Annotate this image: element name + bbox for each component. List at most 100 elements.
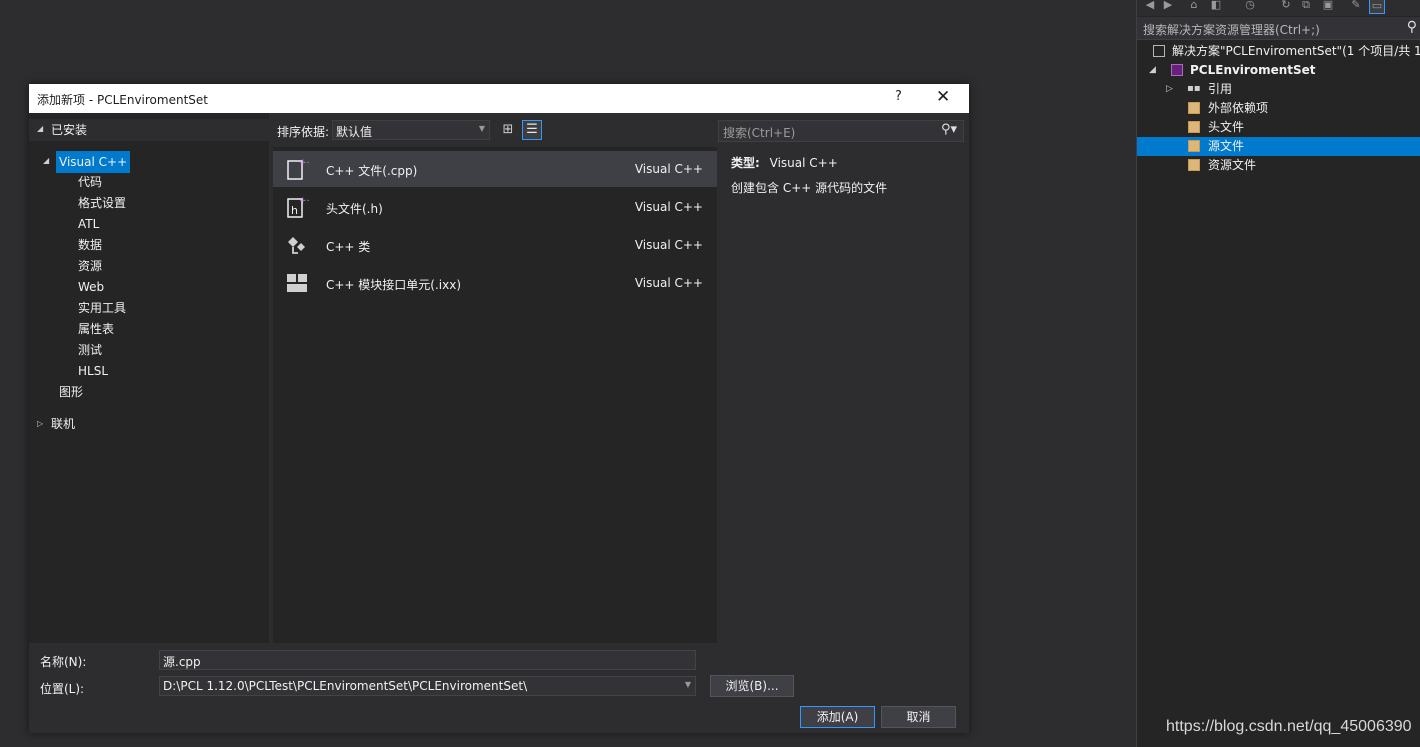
project-label: PCLEnviromentSet: [1190, 63, 1316, 77]
filter-folder-icon: [1188, 121, 1200, 133]
template-item-class[interactable]: C++ 类 Visual C++: [273, 227, 717, 263]
history-icon[interactable]: ◷: [1243, 0, 1257, 12]
references-icon: ▪▪: [1187, 83, 1201, 94]
search-icon[interactable]: ⚲: [1407, 19, 1417, 35]
dialog-form: 名称(N): 源.cpp 位置(L): D:\PCL 1.12.0\PCLTes…: [29, 647, 969, 733]
solution-icon: [1153, 45, 1165, 57]
add-new-item-dialog: 添加新项 - PCLEnviromentSet ? ✕ ◢ 已安装 ◢ Visu…: [29, 84, 969, 733]
location-value: D:\PCL 1.12.0\PCLTest\PCLEnviromentSet\P…: [163, 679, 528, 693]
dialog-title: 添加新项 - PCLEnviromentSet: [37, 93, 208, 107]
expanded-arrow-icon[interactable]: ◢: [37, 119, 43, 139]
tree-item-test[interactable]: 测试: [78, 340, 102, 360]
details-type-row: 类型: Visual C++: [731, 154, 838, 171]
tree-visual-cpp-label: Visual C++: [56, 151, 131, 173]
cancel-button[interactable]: 取消: [881, 706, 956, 728]
template-item-module[interactable]: C++ 模块接口单元(.ixx) Visual C++: [273, 265, 717, 301]
tree-item-web[interactable]: Web: [78, 277, 104, 297]
tree-item-utilities[interactable]: 实用工具: [78, 298, 126, 318]
tree-item-source-files[interactable]: 源文件: [1137, 137, 1420, 156]
tree-item-header-files[interactable]: 头文件: [1137, 118, 1420, 137]
solution-explorer-toolbar: ◀ ▶ ⌂ ◧ ◷ ↻ ⧉ ▣ ✎ ▭: [1137, 0, 1420, 16]
tree-item-atl[interactable]: ATL: [78, 214, 99, 234]
tree-item-label: 引用: [1208, 82, 1233, 96]
tree-item-external-deps[interactable]: 外部依赖项: [1137, 99, 1420, 118]
sort-label: 排序依据:: [277, 125, 330, 139]
template-name: C++ 类: [326, 240, 371, 254]
tree-item-property-sheets[interactable]: 属性表: [78, 319, 114, 339]
collapsed-arrow-icon[interactable]: ▷: [1166, 80, 1173, 99]
search-icon[interactable]: ⚲▾: [941, 122, 957, 137]
tree-item-label: 头文件: [1208, 120, 1245, 134]
help-button[interactable]: ?: [895, 89, 902, 104]
module-interface-icon: [287, 274, 307, 292]
switch-views-icon[interactable]: ◧: [1209, 0, 1223, 12]
solution-search-placeholder: 搜索解决方案资源管理器(Ctrl+;): [1143, 23, 1320, 37]
solution-explorer-search[interactable]: 搜索解决方案资源管理器(Ctrl+;) ⚲: [1137, 17, 1420, 40]
tree-item-formatting[interactable]: 格式设置: [78, 193, 126, 213]
expanded-arrow-icon[interactable]: ◢: [1149, 61, 1156, 80]
tree-item-resources[interactable]: 资源: [78, 256, 102, 276]
tree-item-code[interactable]: 代码: [78, 172, 102, 192]
location-select[interactable]: D:\PCL 1.12.0\PCLTest\PCLEnviromentSet\P…: [159, 676, 696, 696]
details-type-label: 类型:: [731, 156, 760, 170]
chevron-down-icon: ▼: [478, 124, 485, 133]
tree-item-hlsl[interactable]: HLSL: [78, 361, 108, 381]
svg-text:++: ++: [299, 196, 309, 206]
template-name: C++ 文件(.cpp): [326, 164, 418, 178]
svg-text:h: h: [291, 204, 298, 217]
name-input[interactable]: 源.cpp: [159, 650, 696, 670]
template-item-cpp[interactable]: ++ C++ 文件(.cpp) Visual C++: [273, 151, 717, 187]
folder-icon: [1188, 102, 1200, 114]
tree-installed-label: 已安装: [51, 123, 88, 137]
tree-installed[interactable]: ◢ 已安装: [29, 119, 269, 141]
add-button[interactable]: 添加(A): [800, 706, 875, 728]
template-item-header[interactable]: h ++ 头文件(.h) Visual C++: [273, 189, 717, 225]
filter-folder-icon: [1188, 159, 1200, 171]
template-lang: Visual C++: [634, 276, 703, 290]
tree-item-graphics[interactable]: 图形: [59, 382, 83, 402]
template-lang: Visual C++: [634, 238, 703, 252]
preview-icon[interactable]: ▭: [1369, 0, 1385, 14]
cpp-file-icon: ++: [287, 158, 309, 180]
solution-label: 解决方案"PCLEnviromentSet"(1 个项目/共 1 个: [1172, 44, 1420, 58]
show-all-files-icon[interactable]: ▣: [1321, 0, 1335, 12]
dialog-titlebar: 添加新项 - PCLEnviromentSet ? ✕: [29, 84, 969, 113]
tree-item-resource-files[interactable]: 资源文件: [1137, 156, 1420, 175]
template-search-input[interactable]: 搜索(Ctrl+E) ⚲▾: [718, 120, 964, 142]
chevron-down-icon: ▼: [684, 680, 691, 689]
tree-online-label: 联机: [51, 417, 76, 431]
refresh-icon[interactable]: ↻: [1279, 0, 1293, 12]
collapsed-arrow-icon[interactable]: ▷: [37, 414, 43, 434]
grid-view-icon[interactable]: ⊞: [499, 121, 517, 139]
svg-text:++: ++: [299, 158, 309, 168]
tree-item-label: 源文件: [1208, 139, 1245, 153]
tree-item-references[interactable]: ▷ ▪▪ 引用: [1137, 80, 1420, 99]
browse-button[interactable]: 浏览(B)...: [710, 675, 794, 697]
header-file-icon: h ++: [287, 196, 309, 218]
sort-select[interactable]: 默认值 ▼: [332, 120, 490, 140]
template-list: ++ C++ 文件(.cpp) Visual C++ h ++ 头文件(.h) …: [273, 147, 717, 643]
solution-node[interactable]: 解决方案"PCLEnviromentSet"(1 个项目/共 1 个: [1137, 42, 1420, 61]
properties-wrench-icon[interactable]: ✎: [1349, 0, 1363, 12]
name-value: 源.cpp: [163, 655, 201, 669]
template-name: C++ 模块接口单元(.ixx): [326, 278, 462, 292]
project-icon: [1171, 64, 1183, 76]
tree-item-data[interactable]: 数据: [78, 235, 102, 255]
back-icon[interactable]: ◀: [1143, 0, 1157, 12]
expanded-arrow-icon[interactable]: ◢: [43, 151, 49, 171]
details-description: 创建包含 C++ 源代码的文件: [731, 181, 888, 195]
forward-icon[interactable]: ▶: [1161, 0, 1175, 12]
project-node[interactable]: ◢ PCLEnviromentSet: [1137, 61, 1420, 80]
template-name: 头文件(.h): [326, 202, 383, 216]
category-tree: ◢ 已安装 ◢ Visual C++ 代码 格式设置 ATL 数据 资源 Web…: [29, 113, 269, 643]
collapse-all-icon[interactable]: ⧉: [1299, 0, 1313, 12]
template-lang: Visual C++: [634, 162, 703, 176]
solution-explorer: ◀ ▶ ⌂ ◧ ◷ ↻ ⧉ ▣ ✎ ▭ 搜索解决方案资源管理器(Ctrl+;) …: [1136, 0, 1420, 747]
home-icon[interactable]: ⌂: [1187, 0, 1201, 12]
close-icon[interactable]: ✕: [936, 87, 950, 107]
list-view-icon[interactable]: ☰: [522, 120, 542, 140]
cpp-class-icon: [288, 237, 305, 254]
template-lang: Visual C++: [634, 200, 703, 214]
watermark: https://blog.csdn.net/qq_45006390: [1166, 718, 1412, 735]
filter-folder-icon: [1188, 140, 1200, 152]
